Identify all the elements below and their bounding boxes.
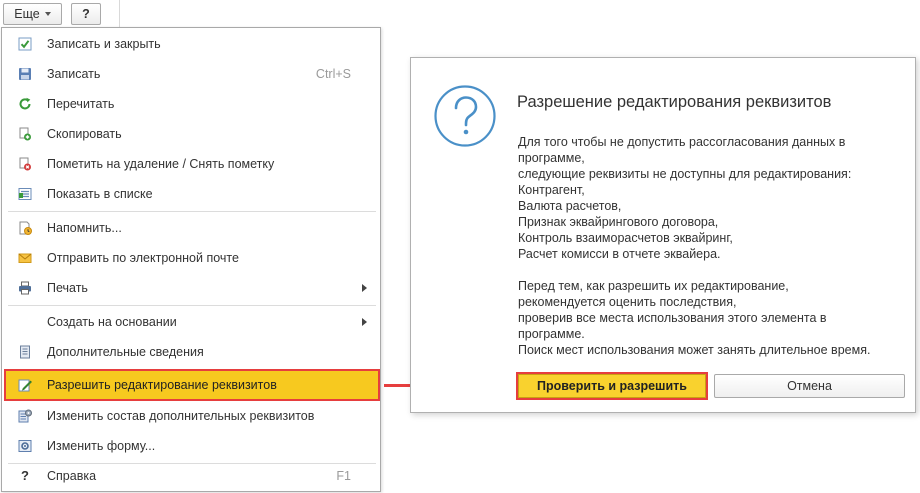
menu-item-label: Печать	[47, 281, 88, 295]
menu-item-show-in-list[interactable]: Показать в списке	[2, 180, 380, 208]
envelope-icon	[18, 253, 32, 263]
menu-item-change-additional-props[interactable]: Изменить состав дополнительных реквизито…	[2, 402, 380, 430]
save-close-icon	[18, 37, 32, 51]
copy-icon	[19, 127, 31, 141]
menu-item-print[interactable]: Печать	[2, 274, 380, 302]
message-line: Расчет комисси в отчете эквайера.	[518, 247, 721, 261]
form-toolbar: Еще ?	[0, 0, 120, 28]
message-line: Признак эквайрингового договора,	[518, 215, 719, 229]
message-line: Контрагент,	[518, 183, 585, 197]
more-button[interactable]: Еще	[3, 3, 62, 25]
dialog-message: Для того чтобы не допустить рассогласова…	[518, 134, 908, 358]
allow-editing-dialog: Разрешение редактирования реквизитов Для…	[410, 57, 916, 413]
menu-separator	[8, 211, 376, 212]
menu-item-label: Изменить состав дополнительных реквизито…	[47, 409, 315, 423]
menu-item-shortcut: F1	[336, 469, 351, 483]
menu-item-label: Пометить на удаление / Снять пометку	[47, 157, 275, 171]
menu-item-remind[interactable]: Напомнить...	[2, 214, 380, 242]
help-question-icon: ?	[21, 468, 29, 483]
menu-item-save[interactable]: Записать Ctrl+S	[2, 60, 380, 88]
show-in-list-icon	[18, 188, 32, 200]
menu-item-label: Показать в списке	[47, 187, 153, 201]
menu-item-label: Справка	[47, 469, 97, 483]
dialog-title: Разрешение редактирования реквизитов	[517, 93, 832, 111]
message-line: Контроль взаиморасчетов эквайринг,	[518, 231, 733, 245]
question-circle-icon	[434, 85, 496, 147]
menu-item-copy[interactable]: Скопировать	[2, 120, 380, 148]
menu-item-reread[interactable]: Перечитать	[2, 90, 380, 118]
message-line: Валюта расчетов,	[518, 199, 622, 213]
info-document-icon	[20, 345, 30, 359]
menu-item-label: Записать и закрыть	[47, 37, 161, 51]
chevron-down-icon	[44, 12, 51, 16]
message-line: Поиск мест использования может занять дл…	[518, 343, 871, 357]
menu-item-create-based-on[interactable]: Создать на основании	[2, 308, 380, 336]
submenu-arrow-icon	[362, 318, 367, 326]
message-line	[518, 262, 908, 278]
printer-icon	[19, 281, 31, 295]
menu-item-label: Перечитать	[47, 97, 115, 111]
menu-item-allow-editing[interactable]: Разрешить редактирование реквизитов	[4, 369, 380, 401]
check-and-allow-button[interactable]: Проверить и разрешить	[516, 372, 708, 400]
message-line: программе.	[518, 327, 585, 341]
form-settings-icon	[18, 440, 32, 452]
menu-item-additional-info[interactable]: Дополнительные сведения	[2, 338, 380, 366]
mark-delete-icon	[19, 157, 31, 171]
reminder-icon	[19, 221, 32, 235]
message-line: рекомендуется оценить последствия,	[518, 295, 737, 309]
submenu-arrow-icon	[362, 284, 367, 292]
menu-item-label: Изменить форму...	[47, 439, 156, 453]
help-button[interactable]: ?	[71, 3, 101, 25]
menu-item-help[interactable]: ? Справка F1	[2, 462, 380, 490]
refresh-icon	[19, 97, 31, 110]
cancel-button[interactable]: Отмена	[714, 374, 905, 398]
menu-item-label: Создать на основании	[47, 315, 177, 329]
toolbar-divider	[119, 0, 120, 27]
menu-separator	[8, 305, 376, 306]
menu-item-label: Дополнительные сведения	[47, 345, 204, 359]
message-line: следующие реквизиты не доступны для реда…	[518, 167, 852, 181]
message-line: программе,	[518, 151, 585, 165]
menu-item-label: Разрешить редактирование реквизитов	[47, 378, 277, 392]
floppy-disk-icon	[19, 68, 31, 80]
menu-item-change-form[interactable]: Изменить форму...	[2, 432, 380, 460]
menu-item-label: Напомнить...	[47, 221, 122, 235]
menu-item-save-and-close[interactable]: Записать и закрыть	[2, 30, 380, 58]
menu-item-shortcut: Ctrl+S	[315, 67, 351, 81]
menu-item-label: Скопировать	[47, 127, 122, 141]
menu-item-label: Отправить по электронной почте	[47, 251, 239, 265]
menu-item-send-email[interactable]: Отправить по электронной почте	[2, 244, 380, 272]
more-menu: Записать и закрыть Записать Ctrl+S Переч…	[1, 27, 381, 492]
edit-pencil-icon	[18, 379, 32, 392]
menu-item-label: Записать	[47, 67, 101, 81]
message-line: Перед тем, как разрешить их редактирован…	[518, 279, 789, 293]
message-line: Для того чтобы не допустить рассогласова…	[518, 135, 846, 149]
more-button-label: Еще	[14, 7, 40, 21]
message-line: проверив все места использования этого э…	[518, 311, 827, 325]
properties-settings-icon	[18, 409, 32, 423]
menu-item-mark-delete[interactable]: Пометить на удаление / Снять пометку	[2, 150, 380, 178]
